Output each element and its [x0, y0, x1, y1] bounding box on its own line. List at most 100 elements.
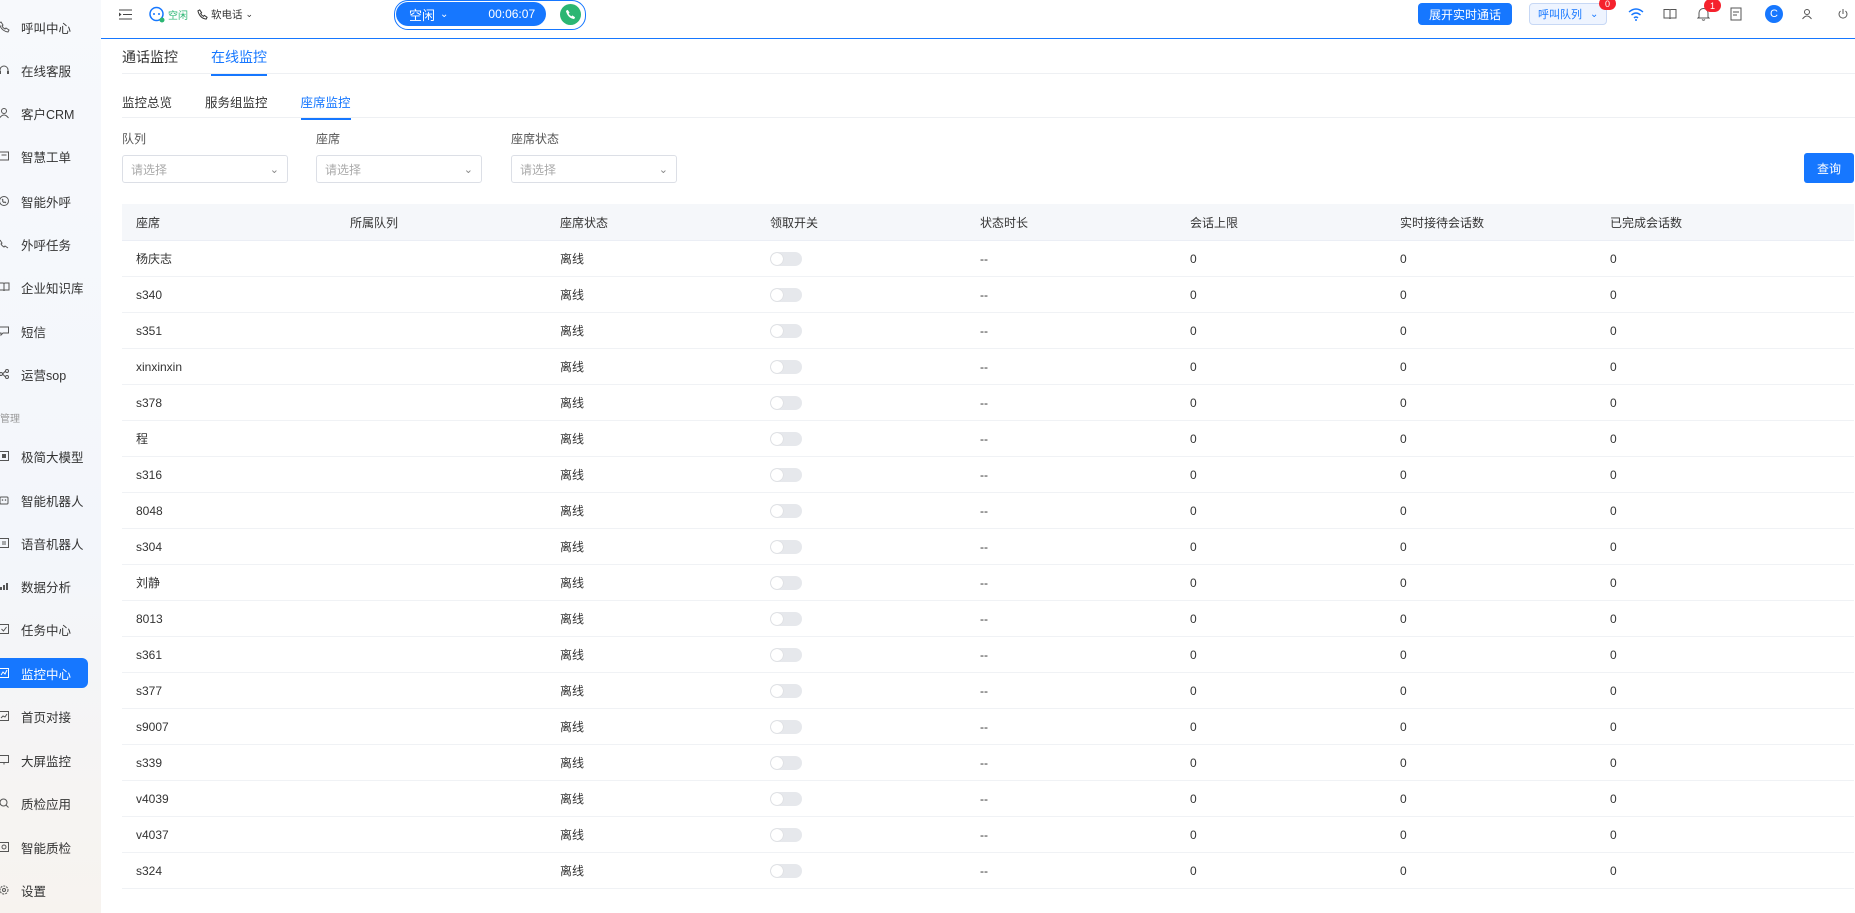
wifi-icon[interactable]: [1628, 0, 1644, 28]
cell-status: 离线: [560, 396, 585, 410]
receive-toggle[interactable]: [770, 468, 802, 482]
sidebar-item-big-screen[interactable]: 大屏监控: [0, 745, 88, 775]
status-dropdown[interactable]: 空闲 ⌄ 00:06:07: [396, 2, 546, 26]
softphone-selector[interactable]: 软电话 ⌄: [197, 0, 253, 28]
cell-completed-sessions: 0: [1610, 431, 1617, 446]
status-label: 空闲: [409, 7, 436, 23]
cell-realtime-sessions: 0: [1400, 503, 1407, 518]
receive-toggle[interactable]: [770, 288, 802, 302]
cell-session-limit: 0: [1190, 863, 1197, 878]
cell-seat: 杨庆志: [136, 252, 173, 266]
cell-receive-switch: [770, 576, 802, 593]
agent-idle-indicator[interactable]: 空闲: [148, 0, 188, 28]
column-header-receive-switch[interactable]: 领取开关: [770, 214, 818, 231]
sidebar-item-home-link[interactable]: 首页对接: [0, 701, 88, 731]
tab-call-monitor[interactable]: 通话监控: [122, 47, 178, 76]
sidebar-item-settings[interactable]: 设置: [0, 875, 88, 905]
seat-status-filter-select[interactable]: 请选择 ⌄: [511, 155, 677, 183]
cell-seat: s324: [136, 863, 163, 878]
cell-duration: --: [980, 719, 988, 734]
cell-seat: s378: [136, 395, 163, 410]
cell-receive-switch: [770, 288, 802, 305]
column-header-realtime-sessions[interactable]: 实时接待会话数: [1400, 214, 1484, 231]
receive-toggle[interactable]: [770, 324, 802, 338]
cell-duration: --: [980, 323, 988, 338]
model-icon: [0, 449, 11, 463]
sidebar-item-online-service[interactable]: 在线客服: [0, 55, 88, 85]
cell-seat: v4037: [136, 827, 169, 842]
avatar[interactable]: C: [1765, 5, 1783, 23]
tab-service-group-monitor[interactable]: 服务组监控: [205, 92, 268, 120]
receive-toggle[interactable]: [770, 432, 802, 446]
receive-toggle[interactable]: [770, 576, 802, 590]
column-header-completed-sessions[interactable]: 已完成会话数: [1610, 214, 1682, 231]
queue-filter-select[interactable]: 请选择 ⌄: [122, 155, 288, 183]
receive-toggle[interactable]: [770, 720, 802, 734]
cell-realtime-sessions: 0: [1400, 431, 1407, 446]
cell-session-limit: 0: [1190, 431, 1197, 446]
cell-status: 离线: [560, 576, 585, 590]
table-row: s339 离线 -- 0 0 0: [122, 745, 1854, 781]
column-header-session-limit[interactable]: 会话上限: [1190, 214, 1238, 231]
sidebar-item-sms[interactable]: 短信: [0, 316, 88, 346]
cell-realtime-sessions: 0: [1400, 287, 1407, 302]
cell-status: 离线: [560, 504, 585, 518]
cell-realtime-sessions: 0: [1400, 647, 1407, 662]
document-icon[interactable]: [1730, 0, 1742, 28]
cell-completed-sessions: 0: [1610, 395, 1617, 410]
sidebar-item-monitor-center[interactable]: 监控中心: [0, 658, 88, 688]
sidebar-item-sop[interactable]: 运营sop: [0, 359, 88, 389]
sidebar-item-voice-robot[interactable]: 语音机器人: [0, 528, 88, 558]
call-queue-select[interactable]: 呼叫队列 ⌄: [1529, 3, 1608, 25]
sidebar-item-smart-outbound[interactable]: 智能外呼: [0, 186, 88, 216]
query-button[interactable]: 查询: [1804, 153, 1854, 183]
answer-call-button[interactable]: [560, 4, 581, 25]
sidebar-item-call-center[interactable]: 呼叫中心: [0, 12, 88, 42]
receive-toggle[interactable]: [770, 396, 802, 410]
column-header-queue[interactable]: 所属队列: [350, 214, 398, 231]
receive-toggle[interactable]: [770, 648, 802, 662]
receive-toggle[interactable]: [770, 828, 802, 842]
sidebar-item-smart-qa[interactable]: 智能质检: [0, 832, 88, 862]
cell-duration: --: [980, 359, 988, 374]
cell-realtime-sessions: 0: [1400, 395, 1407, 410]
seat-filter-select[interactable]: 请选择 ⌄: [316, 155, 482, 183]
receive-toggle[interactable]: [770, 792, 802, 806]
sidebar-item-ticket[interactable]: 智慧工单: [0, 141, 88, 171]
tab-seat-monitor[interactable]: 座席监控: [300, 92, 351, 120]
receive-toggle[interactable]: [770, 540, 802, 554]
menu-toggle-icon[interactable]: [119, 0, 132, 28]
column-header-seat[interactable]: 座席: [136, 214, 160, 231]
receive-toggle[interactable]: [770, 612, 802, 626]
call-status-pill[interactable]: 空闲 ⌄ 00:06:07: [394, 0, 586, 30]
book-icon[interactable]: [1663, 0, 1677, 28]
column-header-duration[interactable]: 状态时长: [980, 214, 1028, 231]
tab-monitor-overview[interactable]: 监控总览: [122, 92, 172, 120]
user-icon[interactable]: [1801, 0, 1813, 28]
sidebar-item-analytics[interactable]: 数据分析: [0, 571, 88, 601]
queue-badge: 0: [1599, 0, 1616, 10]
receive-toggle[interactable]: [770, 252, 802, 266]
power-icon[interactable]: [1837, 0, 1849, 28]
expand-realtime-call-button[interactable]: 展开实时通话: [1418, 3, 1513, 25]
sidebar-item-outbound-task[interactable]: 外呼任务: [0, 229, 88, 259]
receive-toggle[interactable]: [770, 684, 802, 698]
sidebar-item-task-center[interactable]: 任务中心: [0, 614, 88, 644]
cell-realtime-sessions: 0: [1400, 719, 1407, 734]
receive-toggle[interactable]: [770, 864, 802, 878]
sidebar-item-crm[interactable]: 客户CRM: [0, 98, 88, 128]
phone-icon: [565, 9, 576, 20]
receive-toggle[interactable]: [770, 360, 802, 374]
sidebar-item-knowledge[interactable]: 企业知识库: [0, 272, 88, 302]
user-icon: [0, 106, 11, 120]
sidebar-item-llm[interactable]: 极简大模型: [0, 441, 88, 471]
divider: [122, 117, 1855, 118]
receive-toggle[interactable]: [770, 756, 802, 770]
receive-toggle[interactable]: [770, 504, 802, 518]
sidebar-item-robot[interactable]: 智能机器人: [0, 485, 88, 515]
cell-status: 离线: [560, 792, 585, 806]
cell-receive-switch: [770, 540, 802, 557]
sidebar-item-qa-app[interactable]: 质检应用: [0, 788, 88, 818]
tab-online-monitor[interactable]: 在线监控: [211, 47, 267, 76]
column-header-status[interactable]: 座席状态: [560, 214, 608, 231]
